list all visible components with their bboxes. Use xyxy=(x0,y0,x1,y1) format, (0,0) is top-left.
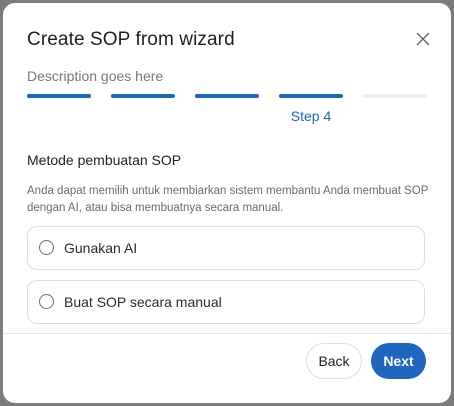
option-manual-label: Buat SOP secara manual xyxy=(64,294,222,310)
dialog-description: Description goes here xyxy=(27,68,164,84)
close-button[interactable] xyxy=(413,29,433,49)
radio-manual[interactable] xyxy=(39,294,54,309)
next-button[interactable]: Next xyxy=(371,343,426,379)
dialog-title: Create SOP from wizard xyxy=(27,29,235,50)
step-segment-3 xyxy=(195,94,259,98)
step-segment-4 xyxy=(279,94,343,98)
close-icon xyxy=(416,32,430,46)
step-segment-5 xyxy=(363,94,427,98)
step-segment-2 xyxy=(111,94,175,98)
step-segment-1 xyxy=(27,94,91,98)
step-progress xyxy=(27,94,427,98)
section-description: Anda dapat memilih untuk membiarkan sist… xyxy=(27,185,429,214)
option-use-ai-label: Gunakan AI xyxy=(64,240,138,256)
option-manual[interactable]: Buat SOP secara manual xyxy=(27,280,425,324)
section-title: Metode pembuatan SOP xyxy=(27,152,182,168)
footer-divider xyxy=(3,333,451,334)
current-step-label: Step 4 xyxy=(290,108,332,124)
back-button[interactable]: Back xyxy=(306,343,362,379)
create-sop-dialog: Create SOP from wizard Description goes … xyxy=(3,3,451,403)
option-use-ai[interactable]: Gunakan AI xyxy=(27,226,425,270)
radio-use-ai[interactable] xyxy=(39,240,54,255)
